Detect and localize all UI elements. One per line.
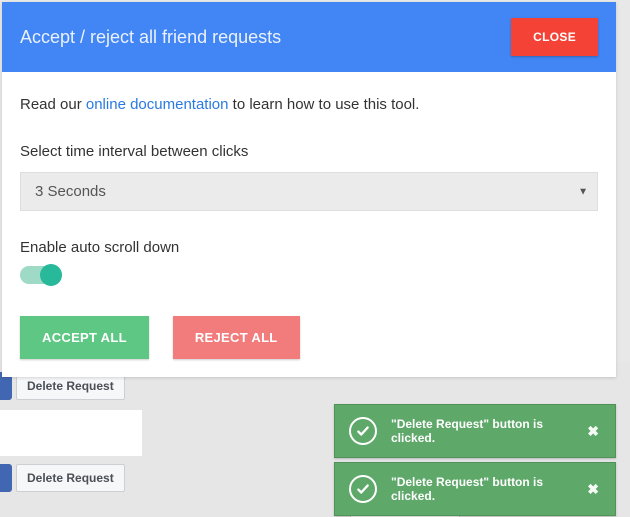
intro-text: Read our online documentation to learn h… xyxy=(20,96,598,113)
interval-select-wrap: 3 Seconds ▼ xyxy=(20,172,598,211)
toast-notification: "Delete Request" button is clicked. ✖ xyxy=(334,404,616,458)
documentation-link[interactable]: online documentation xyxy=(86,96,229,113)
dialog-body: Read our online documentation to learn h… xyxy=(2,72,616,377)
confirm-button-stub[interactable] xyxy=(0,464,12,492)
toggle-knob xyxy=(40,264,62,286)
row-divider xyxy=(0,410,142,456)
toast-message: "Delete Request" button is clicked. xyxy=(391,475,585,503)
close-button[interactable]: CLOSE xyxy=(511,18,598,56)
friend-request-row: Delete Request xyxy=(0,464,125,492)
reject-all-button[interactable]: REJECT ALL xyxy=(173,316,300,359)
intro-suffix: to learn how to use this tool. xyxy=(228,96,419,113)
interval-label: Select time interval between clicks xyxy=(20,143,598,160)
autoscroll-toggle[interactable] xyxy=(20,266,60,284)
check-icon xyxy=(349,417,377,445)
action-buttons: ACCEPT ALL REJECT ALL xyxy=(20,316,598,359)
delete-request-button[interactable]: Delete Request xyxy=(16,464,125,492)
toast-notification: "Delete Request" button is clicked. ✖ xyxy=(334,462,616,516)
dialog: Accept / reject all friend requests CLOS… xyxy=(2,2,616,377)
accept-all-button[interactable]: ACCEPT ALL xyxy=(20,316,149,359)
dialog-title: Accept / reject all friend requests xyxy=(20,27,281,48)
toast-close-icon[interactable]: ✖ xyxy=(585,423,601,440)
interval-select[interactable]: 3 Seconds xyxy=(20,172,598,211)
toast-close-icon[interactable]: ✖ xyxy=(585,481,601,498)
dialog-header: Accept / reject all friend requests CLOS… xyxy=(2,2,616,72)
toast-message: "Delete Request" button is clicked. xyxy=(391,417,585,445)
check-icon xyxy=(349,475,377,503)
autoscroll-label: Enable auto scroll down xyxy=(20,239,598,256)
intro-prefix: Read our xyxy=(20,96,86,113)
